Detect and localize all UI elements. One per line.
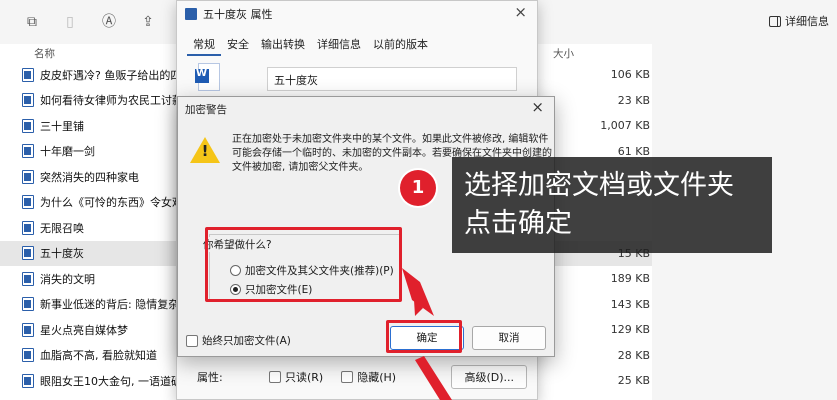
arrow-lower	[415, 356, 452, 400]
step-number-badge: 1	[400, 170, 436, 206]
instruction-callout: 选择加密文档或文件夹点击确定	[452, 157, 772, 253]
